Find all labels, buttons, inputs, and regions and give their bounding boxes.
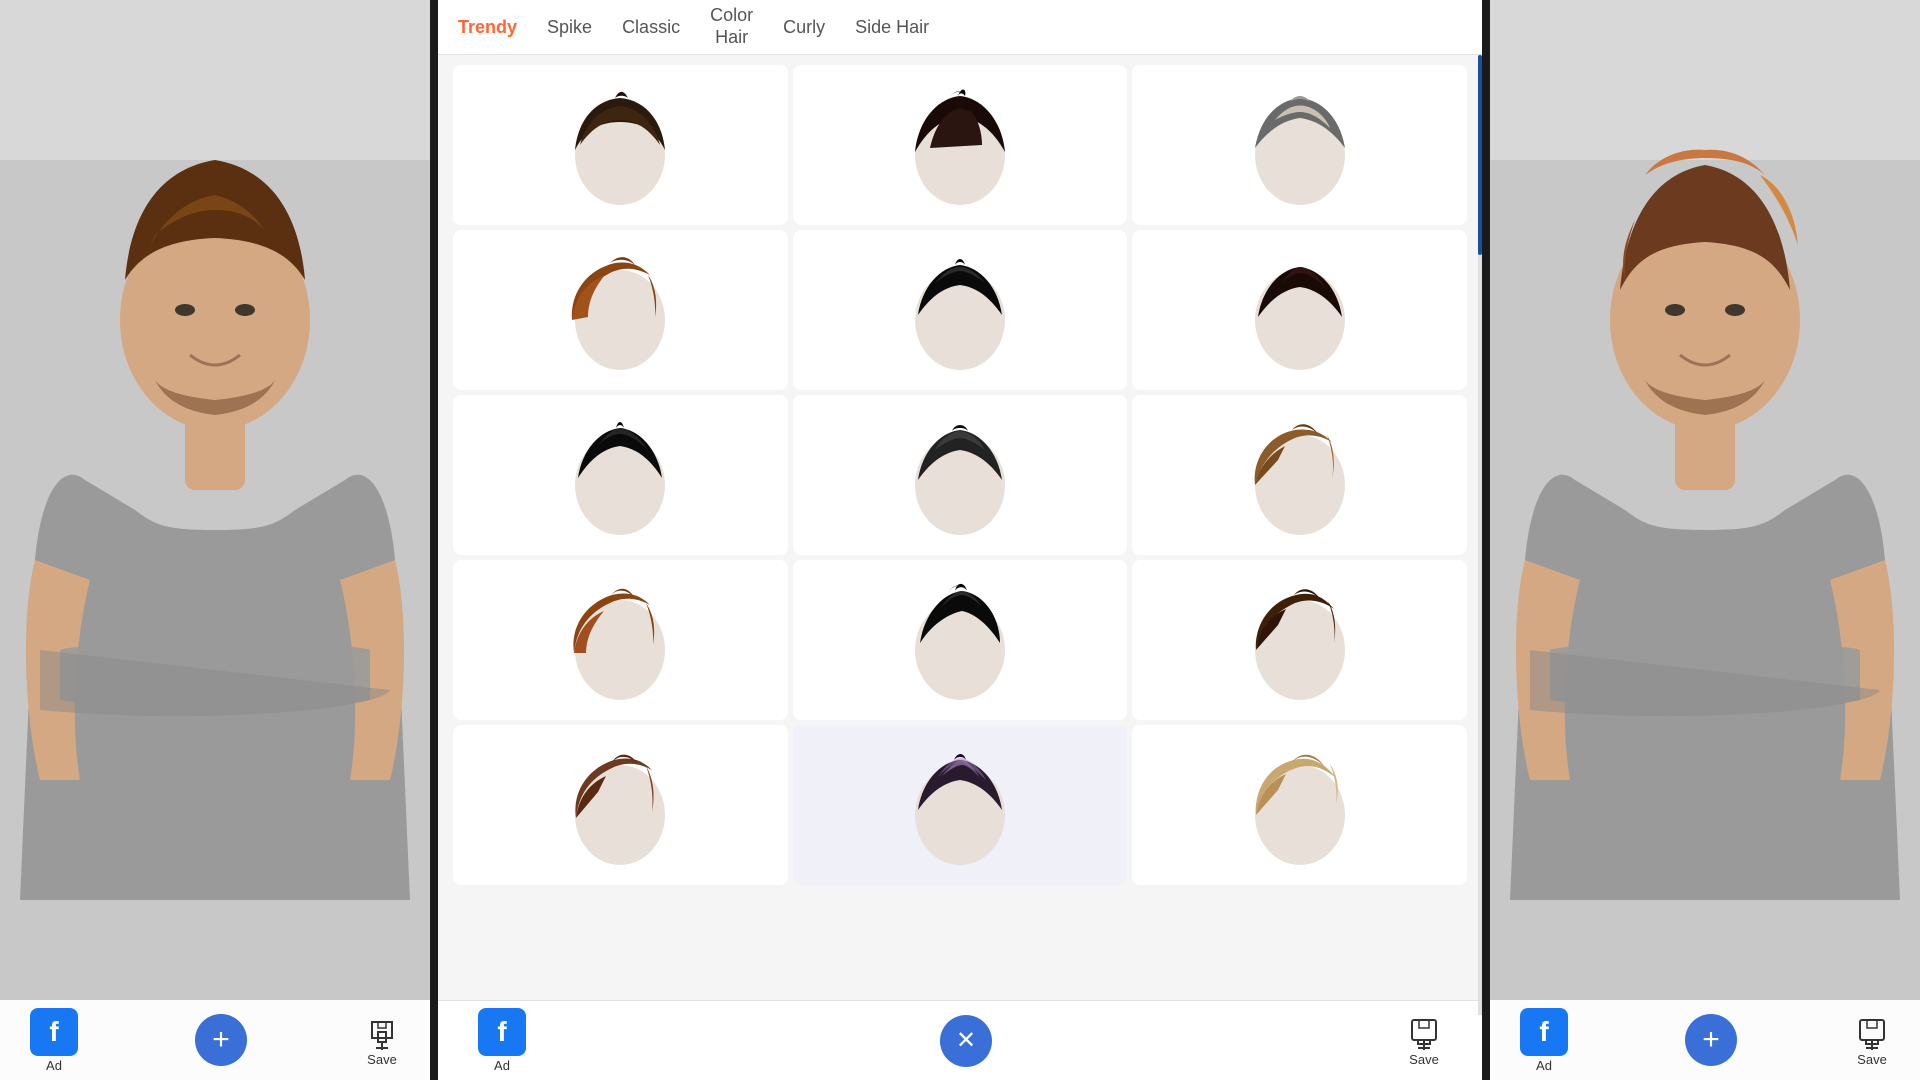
facebook-icon-right: f [1520,1008,1568,1056]
center-bottom-bar: f Ad ✕ Save [438,1000,1482,1080]
hair-style-15[interactable] [1132,725,1467,885]
save-label-left: Save [367,1052,397,1067]
hair-svg-8 [900,410,1020,540]
save-button-left[interactable]: Save [364,1014,400,1067]
ad-label-left: Ad [46,1058,62,1073]
ad-label-right: Ad [1536,1058,1552,1073]
hair-svg-3 [1240,80,1360,210]
hair-style-14[interactable] [793,725,1128,885]
save-button-center[interactable]: Save [1406,1014,1442,1067]
right-divider [1482,0,1490,1080]
hair-style-6[interactable] [1132,230,1467,390]
hair-svg-4 [560,245,680,375]
left-person-figure [0,0,430,1080]
scroll-thumb [1478,55,1482,255]
hair-style-9[interactable] [1132,395,1467,555]
hair-svg-2 [900,80,1020,210]
tab-classic[interactable]: Classic [622,13,680,42]
hair-style-8[interactable] [793,395,1128,555]
right-panel: f Ad + Save [1490,0,1920,1080]
facebook-icon-left: f [30,1008,78,1056]
tab-side-hair[interactable]: Side Hair [855,13,929,42]
fb-ad-right[interactable]: f Ad [1520,1008,1568,1073]
save-icon-right [1854,1014,1890,1050]
hair-svg-5 [900,245,1020,375]
save-icon-left [364,1014,400,1050]
ad-label-center: Ad [494,1058,510,1073]
tab-spike[interactable]: Spike [547,13,592,42]
fb-ad-center[interactable]: f Ad [478,1008,526,1073]
fb-ad-left[interactable]: f Ad [30,1008,78,1073]
hair-svg-12 [1240,575,1360,705]
hair-style-2[interactable] [793,65,1128,225]
hair-style-5[interactable] [793,230,1128,390]
hair-style-10[interactable] [453,560,788,720]
hair-style-12[interactable] [1132,560,1467,720]
tab-color-hair[interactable]: ColorHair [710,1,753,52]
save-label-right: Save [1857,1052,1887,1067]
add-button-left[interactable]: + [195,1014,247,1066]
hair-style-3[interactable] [1132,65,1467,225]
tab-bar: Trendy Spike Classic ColorHair Curly Sid… [438,0,1482,55]
right-person-figure [1490,0,1920,1080]
scroll-bar[interactable] [1478,55,1482,1015]
add-button-right[interactable]: + [1685,1014,1737,1066]
left-divider [430,0,438,1080]
save-button-right[interactable]: Save [1854,1014,1890,1067]
hair-style-11[interactable] [793,560,1128,720]
save-icon-center [1406,1014,1442,1050]
tab-curly[interactable]: Curly [783,13,825,42]
hair-svg-7 [560,410,680,540]
hair-svg-1 [560,80,680,210]
center-panel: Trendy Spike Classic ColorHair Curly Sid… [438,0,1482,1080]
hair-style-13[interactable] [453,725,788,885]
hair-svg-11 [900,575,1020,705]
save-label-center: Save [1409,1052,1439,1067]
hair-svg-10 [560,575,680,705]
tab-trendy[interactable]: Trendy [458,13,517,42]
hair-svg-6 [1240,245,1360,375]
hair-style-grid [438,55,1482,1000]
hair-svg-13 [560,740,680,870]
hair-svg-14 [900,740,1020,870]
close-button[interactable]: ✕ [940,1015,992,1067]
left-panel: f Ad + Save [0,0,430,1080]
hair-style-4[interactable] [453,230,788,390]
hair-style-1[interactable] [453,65,788,225]
facebook-icon-center: f [478,1008,526,1056]
hair-svg-15 [1240,740,1360,870]
hair-svg-9 [1240,410,1360,540]
hair-style-7[interactable] [453,395,788,555]
